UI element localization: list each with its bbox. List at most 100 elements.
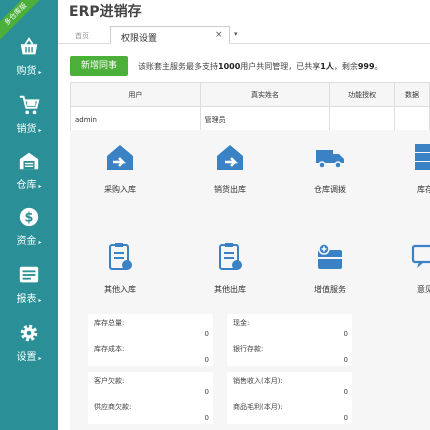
- stat-value: 0: [204, 414, 209, 422]
- stat-label: 现金:: [233, 319, 250, 327]
- stat-row: 供应商欠款: 0: [88, 398, 213, 424]
- sidebar-item-sales[interactable]: 销货 ▸: [0, 94, 58, 150]
- quick-access-panel: 采购入库 销货出库 仓库调拨 库存 其他入库 其他出库 增值服务 意见 库存总量…: [70, 130, 430, 430]
- cell-user: admin: [70, 106, 201, 133]
- table-header-row: 用户 真实姓名 功能授权 数据: [70, 82, 430, 107]
- tile-sales-out[interactable]: 销货出库: [180, 142, 280, 195]
- other-out-icon: [219, 243, 242, 270]
- column-header-real-name: 真实姓名: [199, 82, 331, 107]
- report-icon: [19, 266, 39, 283]
- stat-label: 库存总量:: [94, 319, 125, 327]
- cell-permissions[interactable]: [329, 106, 396, 133]
- tile-label: 意见: [417, 285, 430, 294]
- purchase-in-icon: [107, 145, 133, 170]
- app-header: ERP进销存: [58, 0, 430, 22]
- remaining-count: 999: [357, 62, 375, 71]
- table-row[interactable]: admin 管理员: [70, 106, 430, 133]
- sidebar-item-reports[interactable]: 报表 ▸: [0, 264, 58, 320]
- close-icon[interactable]: ×: [215, 30, 223, 40]
- cell-data[interactable]: [394, 106, 430, 133]
- sidebar-item-label: 购货: [16, 66, 37, 77]
- sidebar-item-label: 报表: [16, 294, 37, 305]
- tile-label: 库存: [417, 185, 430, 194]
- stat-card-cash: 现金: 0 银行存款: 0: [227, 314, 352, 366]
- tile-value-added[interactable]: 增值服务: [280, 242, 380, 295]
- tile-label: 采购入库: [104, 185, 136, 194]
- tab-label: 权限设置: [121, 34, 158, 44]
- sidebar-item-label: 仓库: [16, 180, 37, 191]
- notice-text: 该账套主服务最多支持: [138, 62, 218, 71]
- stat-value: 0: [343, 414, 348, 422]
- warehouse-icon: [19, 152, 39, 170]
- tile-other-out[interactable]: 其他出库: [180, 242, 280, 295]
- cart-icon: [19, 95, 40, 115]
- stat-row: 销售收入(本月): 0: [227, 372, 352, 398]
- stat-label: 供应商欠款:: [94, 403, 132, 411]
- chevron-down-icon[interactable]: ▾: [234, 30, 238, 38]
- stat-label: 商品毛利(本月):: [233, 403, 283, 411]
- stat-value: 0: [204, 388, 209, 396]
- tile-feedback[interactable]: 意见: [375, 242, 430, 295]
- stat-card-debts: 客户欠款: 0 供应商欠款: 0: [88, 372, 213, 424]
- stat-value: 0: [343, 388, 348, 396]
- stat-row: 现金: 0: [227, 314, 352, 340]
- user-quota-notice: 该账套主服务最多支持1000用户共同管理，已共享1人，剩余999。: [138, 61, 383, 72]
- column-header-data: 数据: [394, 82, 430, 107]
- column-header-permissions: 功能授权: [329, 82, 396, 107]
- tile-label: 其他入库: [104, 285, 136, 294]
- sidebar-item-settings[interactable]: 设置 ▸: [0, 322, 58, 378]
- stat-row: 商品毛利(本月): 0: [227, 398, 352, 424]
- sidebar-item-purchase[interactable]: 购货 ▸: [0, 36, 58, 92]
- max-users: 1000: [218, 62, 241, 71]
- tile-purchase-in[interactable]: 采购入库: [70, 142, 170, 195]
- stat-label: 销售收入(本月):: [233, 377, 283, 385]
- basket-icon: [20, 37, 38, 55]
- tab-home[interactable]: 首页: [75, 31, 89, 41]
- truck-icon: [316, 150, 344, 169]
- tile-label: 销货出库: [214, 185, 246, 194]
- cell-real-name: 管理员: [199, 106, 331, 133]
- stat-label: 客户欠款:: [94, 377, 125, 385]
- notice-text: 用户共同管理，已共享: [240, 62, 321, 71]
- sidebar-item-warehouse[interactable]: 仓库 ▸: [0, 150, 58, 206]
- tile-warehouse-transfer[interactable]: 仓库调拨: [280, 142, 380, 195]
- tile-label: 增值服务: [314, 285, 346, 294]
- stat-row: 银行存款: 0: [227, 340, 352, 366]
- app-title: ERP进销存: [69, 4, 142, 20]
- add-colleague-button[interactable]: 新增同事: [70, 56, 128, 76]
- inventory-icon: [415, 144, 430, 170]
- column-header-user: 用户: [70, 82, 201, 107]
- other-in-icon: [109, 243, 132, 270]
- stat-label: 库存成本:: [94, 345, 125, 353]
- sidebar-item-label: 设置: [16, 352, 37, 363]
- stat-value: 0: [343, 330, 348, 338]
- stat-label: 银行存款:: [233, 345, 264, 353]
- stat-value: 0: [204, 356, 209, 364]
- feedback-icon: [411, 244, 430, 268]
- sidebar: 多仓库版 购货 ▸ 销货 ▸ 仓库 ▸ $ 资金 ▸ 报表 ▸ 设置 ▸: [0, 0, 58, 430]
- tab-bar: 首页 权限设置 × ▾: [58, 26, 430, 44]
- sidebar-item-label: 资金: [16, 236, 37, 247]
- stat-card-revenue: 销售收入(本月): 0 商品毛利(本月): 0: [227, 372, 352, 424]
- stat-row: 库存成本: 0: [88, 340, 213, 366]
- tile-label: 仓库调拨: [314, 185, 346, 194]
- sidebar-item-funds[interactable]: $ 资金 ▸: [0, 206, 58, 262]
- notice-text: 。: [374, 62, 383, 71]
- stat-value: 0: [343, 356, 348, 364]
- sales-out-icon: [217, 145, 243, 170]
- tile-inventory[interactable]: 库存: [375, 142, 430, 195]
- stat-value: 0: [204, 330, 209, 338]
- user-table: 用户 真实姓名 功能授权 数据 admin 管理员: [70, 82, 430, 133]
- stat-row: 库存总量: 0: [88, 314, 213, 340]
- svg-text:$: $: [25, 211, 34, 226]
- notice-text: ，剩余: [333, 62, 358, 71]
- stat-card-inventory: 库存总量: 0 库存成本: 0: [88, 314, 213, 366]
- shared-count: 1人: [320, 62, 334, 71]
- value-service-icon: [318, 243, 342, 269]
- tab-permissions[interactable]: 权限设置 ×: [110, 26, 230, 44]
- tile-label: 其他出库: [214, 285, 246, 294]
- tile-other-in[interactable]: 其他入库: [70, 242, 170, 295]
- dollar-icon: $: [19, 207, 39, 227]
- sidebar-item-label: 销货: [16, 124, 37, 135]
- stat-row: 客户欠款: 0: [88, 372, 213, 398]
